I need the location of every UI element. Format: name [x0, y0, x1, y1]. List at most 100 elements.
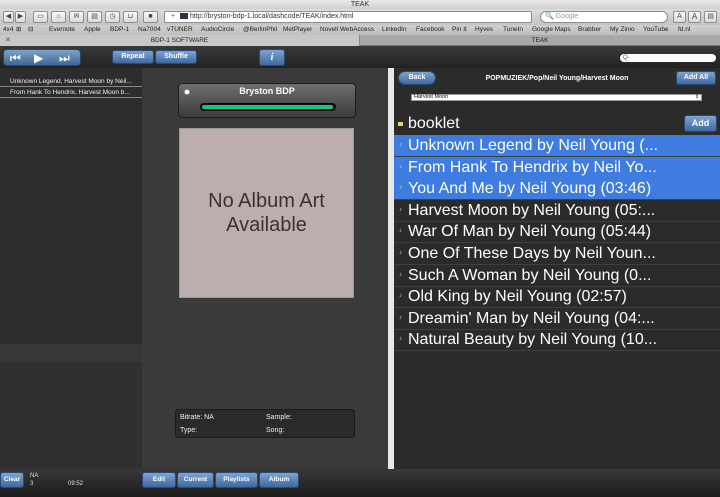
bookmark-item[interactable]: Novell WebAccess: [320, 25, 374, 35]
album-art: No Album Art Available: [179, 128, 354, 298]
chevron-updown-icon: ⇕: [694, 94, 699, 100]
music-note-icon: ♪: [399, 293, 402, 300]
print-icon[interactable]: ▤: [87, 11, 102, 23]
bookmark-item[interactable]: AudioCircle: [201, 25, 234, 35]
tab-bdp-software[interactable]: ✕ BDP-1 SOFTWARE: [0, 35, 360, 46]
bookmark-item[interactable]: Hyves: [475, 25, 493, 35]
total-time: 09:52: [68, 481, 84, 487]
booklet-item[interactable]: booklet: [394, 114, 720, 134]
album-select[interactable]: Harvest Moon ⇕: [411, 94, 702, 101]
bookmark-item[interactable]: Brabber: [578, 25, 601, 35]
close-icon[interactable]: ✕: [5, 35, 11, 46]
song-row[interactable]: ♪ Unknown Legend by Neil Young (...: [394, 135, 720, 157]
song-title: You And Me by Neil Young (03:46): [408, 180, 652, 198]
album-select-value: Harvest Moon: [414, 94, 449, 100]
search-input[interactable]: 🔍 Google: [540, 11, 668, 23]
song-row[interactable]: ♪ You And Me by Neil Young (03:46): [394, 178, 720, 201]
bookmark-item[interactable]: My Zinio: [610, 25, 635, 35]
bookmark-item[interactable]: fd.nl: [678, 25, 690, 35]
mail-icon[interactable]: ✉: [69, 11, 84, 23]
previous-icon[interactable]: ⏮: [10, 51, 21, 65]
song-title: Harvest Moon by Neil Young (05:...: [408, 201, 656, 219]
bookmark-item[interactable]: Evernote: [49, 25, 75, 35]
song-title: Unknown Legend by Neil Young (...: [408, 137, 658, 154]
add-all-button[interactable]: Add All: [676, 71, 716, 85]
app-header: ⏮ ▶ ⏭ Repeat Shuffle i Q-: [0, 46, 720, 68]
back-arrow-icon[interactable]: ◀: [3, 11, 14, 23]
song-row[interactable]: ♪ Natural Beauty by Neil Young (10...: [394, 329, 720, 352]
folder-icon: [398, 122, 403, 126]
song-row[interactable]: ♪ War Of Man by Neil Young (05:44): [394, 221, 720, 244]
bookmark-item[interactable]: Facebook: [416, 25, 445, 35]
song-row[interactable]: ♪ From Hank To Hendrix by Neil Yo...: [394, 156, 720, 179]
address-bar[interactable]: + http://bryston-bdp-1.local/dashcode/TEA…: [164, 11, 532, 23]
app-search-input[interactable]: Q-: [620, 54, 716, 62]
music-note-icon: ♪: [399, 185, 402, 192]
track-info-box: Bitrate: NA Sample: Type: Song:: [175, 409, 355, 438]
queue-item[interactable]: Unknown Legend, Harvest Moon by Neil...: [0, 77, 142, 87]
progress-bar[interactable]: [200, 103, 336, 111]
player-selector[interactable]: Bryston BDP: [178, 83, 356, 118]
clear-button[interactable]: Clear: [0, 472, 24, 488]
queue-empty-area: [0, 362, 142, 469]
forward-arrow-icon[interactable]: ▶: [15, 11, 26, 23]
player-name: Bryston BDP: [239, 86, 295, 96]
bookmark-item[interactable]: Pin It: [452, 25, 467, 35]
playlists-button[interactable]: Playlists: [215, 472, 258, 488]
album-button[interactable]: Album: [259, 472, 299, 488]
sidebar-icon[interactable]: ▭: [33, 11, 48, 23]
tab-teak[interactable]: TEAK: [360, 35, 720, 46]
song-title: Natural Beauty by Neil Young (10...: [408, 331, 658, 349]
info-button[interactable]: i: [259, 49, 285, 66]
song-row[interactable]: ♪ Dreamin' Man by Neil Young (04:...: [394, 308, 720, 330]
song-row[interactable]: ♪ One Of These Days by Neil Youn...: [394, 243, 720, 265]
next-icon[interactable]: ⏭: [59, 51, 70, 65]
library-browser: Back POPMUZIEK/Pop/Neil Young/Harvest Mo…: [394, 68, 720, 469]
song-row[interactable]: ♪ Old King by Neil Young (02:57): [394, 286, 720, 309]
url-text[interactable]: http://bryston-bdp-1.local/dashcode/TEAK…: [190, 13, 353, 20]
song-row[interactable]: ♪ Such A Woman by Neil Young (0...: [394, 265, 720, 287]
repeat-button[interactable]: Repeat: [112, 50, 154, 64]
add-bookmark-icon[interactable]: +: [167, 12, 179, 22]
history-icon[interactable]: ◷: [105, 11, 120, 23]
bookmark-item[interactable]: YouTube: [643, 25, 669, 35]
progress-fill: [202, 105, 333, 109]
song-title: From Hank To Hendrix by Neil Yo...: [408, 158, 657, 176]
sample-label: Sample:: [266, 414, 292, 421]
bottom-toolbar: Clear NA 3 09:52 Edit Current Playlists …: [0, 469, 720, 497]
home-icon[interactable]: ⌂: [51, 11, 66, 23]
bookmark-item[interactable]: MetPlayer: [283, 25, 312, 35]
text-larger-button[interactable]: A: [688, 11, 701, 23]
current-button[interactable]: Current: [177, 472, 214, 488]
bookmark-item[interactable]: @BerlinPhil: [243, 25, 277, 35]
bookmark-item[interactable]: TuneIn: [503, 25, 523, 35]
text-smaller-button[interactable]: A: [673, 11, 686, 23]
music-note-icon: ♪: [399, 336, 402, 343]
stop-icon[interactable]: ■: [143, 11, 158, 23]
bitrate-label: Bitrate: NA: [180, 414, 214, 421]
bookmark-item[interactable]: Na7004: [138, 25, 161, 35]
queue-separator: [0, 344, 142, 362]
bookmark-item[interactable]: LinkedIn: [382, 25, 407, 35]
tab-bar: ✕ BDP-1 SOFTWARE TEAK: [0, 35, 720, 46]
add-button[interactable]: Add: [684, 115, 717, 132]
song-label: Song:: [266, 427, 285, 434]
song-row[interactable]: ♪ Harvest Moon by Neil Young (05:...: [394, 200, 720, 222]
browser-toolbar: ◀ ▶ ▭ ⌂ ✉ ▤ ◷ ⊔ ■ + http://bryston-bdp-1.…: [0, 9, 720, 25]
song-title: One Of These Days by Neil Youn...: [408, 245, 656, 262]
play-icon[interactable]: ▶: [34, 51, 43, 65]
edit-button[interactable]: Edit: [142, 472, 176, 488]
bookmark-item[interactable]: Apple: [84, 25, 101, 35]
queue-item[interactable]: From Hank To Hendrix, Harvest Moon b...: [0, 88, 142, 98]
favicon-icon: [180, 13, 188, 20]
bookmark-item[interactable]: 4x4: [3, 25, 13, 35]
bookmark-item[interactable]: vTUNER: [167, 25, 193, 35]
basket-icon[interactable]: ⊔: [123, 11, 138, 23]
bookmark-item[interactable]: BDP-1: [110, 25, 129, 35]
bookmark-icon[interactable]: ▤: [704, 11, 717, 23]
bookmarks-bar: 4x4 ⊞ ⊟ Evernote Apple BDP-1 Na7004 vTUN…: [0, 25, 720, 35]
type-label: Type:: [180, 427, 198, 434]
shuffle-button[interactable]: Shuffle: [155, 50, 197, 64]
bookmark-item[interactable]: Google Maps: [532, 25, 571, 35]
song-title: Dreamin' Man by Neil Young (04:...: [408, 309, 655, 327]
